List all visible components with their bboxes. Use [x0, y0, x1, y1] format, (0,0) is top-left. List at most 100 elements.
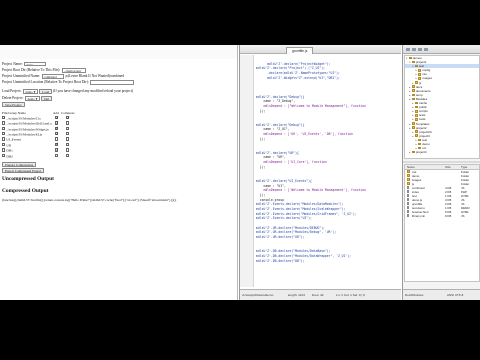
folder-icon: [411, 122, 415, 125]
folder-icon: [414, 101, 419, 105]
tree-item[interactable]: ▸ project4: [405, 150, 479, 154]
file-list-size: 9 KB: [445, 213, 452, 218]
load-button[interactable]: Load: [39, 89, 53, 95]
folder-icon: [411, 85, 415, 88]
compress-checkbox[interactable]: [66, 142, 70, 147]
delete-project-select-value: demo: [27, 96, 35, 101]
project-unminified-input[interactable]: combined: [41, 74, 64, 79]
compress-checkbox[interactable]: [66, 115, 71, 120]
folder-icon: [414, 81, 419, 84]
side-status-bar: Dos\Windows ANSI UTF-8: [403, 289, 480, 300]
load-project-select-value: demo: [25, 90, 33, 95]
line-number-gutter: [240, 55, 254, 287]
side-status-right: ANSI UTF-8: [447, 293, 464, 297]
folder-icon: [407, 178, 411, 181]
folder-icon: [411, 97, 415, 101]
code-area[interactable]: mdlsU'Z'.declare("ProjectWidget"); mdlsU'…: [256, 57, 401, 263]
add-checkbox[interactable]: [54, 142, 59, 147]
file-row-name: ../scripts/JS/Modules/Cla: [6, 116, 41, 121]
save-project-button[interactable]: Save Project: [2, 101, 25, 107]
folder-icon: [414, 130, 419, 133]
folder-icon: [414, 134, 419, 138]
browser-page-top: [0, 45, 237, 59]
load-project-select[interactable]: demo ▾: [22, 89, 38, 95]
status-lines: lines: 42: [312, 293, 324, 297]
export-row: Export Compressed Project: [2, 168, 236, 174]
project-unminified-location-input[interactable]: [90, 80, 135, 86]
folder-icon: [408, 56, 412, 60]
files-table: File/Group Name Add Compress ../scripts/…: [2, 111, 76, 158]
file-list-col-type[interactable]: Type: [461, 165, 467, 169]
browser-window: Project Name: demo Project Root Dir (Rel…: [0, 45, 238, 300]
side-status-left: Dos\Windows: [405, 293, 424, 297]
project-root-input[interactable]: ../demos/test/: [61, 67, 86, 73]
delete-button[interactable]: Del: [41, 95, 53, 101]
row-select-checkbox[interactable]: [2, 126, 6, 131]
add-checkbox[interactable]: [54, 153, 59, 158]
folder-icon: [418, 73, 422, 76]
panel-splitter[interactable]: [403, 161, 480, 163]
export-compressed-button[interactable]: Export Compressed Project: [2, 168, 45, 174]
folder-icon: [411, 60, 415, 64]
compress-checkbox[interactable]: [66, 148, 70, 152]
code-line: mdlsU'Z'.DB.declare("DB");: [256, 258, 305, 263]
add-checkbox[interactable]: [54, 137, 59, 141]
load-project-label: Load Project:: [2, 89, 22, 94]
add-checkbox[interactable]: [54, 115, 59, 120]
folder-icon: [418, 142, 422, 146]
compress-checkbox[interactable]: [66, 132, 70, 136]
compress-checkbox[interactable]: [66, 153, 70, 158]
file-list[interactable]: Name Size Type css Folder demo Folder images…: [404, 164, 480, 282]
folder-tree[interactable]: ▾ demos ▾ project1 ▾ test ▸ config ▸ css ▸ images ▸ j…: [404, 55, 480, 159]
forward-icon[interactable]: [412, 47, 416, 51]
editor-tab[interactable]: gruntfile.js: [286, 46, 314, 54]
folder-icon: [414, 109, 419, 113]
uncompressed-output-heading: Uncompressed Output: [2, 176, 54, 183]
folder-icon: [414, 118, 419, 121]
row-select-checkbox[interactable]: [2, 121, 6, 125]
folder-icon: [411, 93, 415, 97]
up-folder-icon[interactable]: [418, 47, 422, 51]
file-list-row[interactable]: library.min 9 KB JS: [405, 214, 479, 218]
side-panel: ▾ demos ▾ project1 ▾ test ▸ config ▸ css ▸ images ▸ j…: [402, 45, 480, 300]
row-select-checkbox[interactable]: [2, 142, 6, 147]
compress-checkbox[interactable]: [66, 121, 70, 125]
row-select-checkbox[interactable]: [2, 137, 6, 141]
file-row-name: ../scripts/JS/Modules/OldClassLo: [6, 121, 52, 126]
folder-icon: [418, 68, 422, 72]
file-list-col-name[interactable]: Name: [407, 165, 415, 169]
compress-checkbox[interactable]: [66, 137, 70, 141]
file-list-name: library.min: [412, 213, 426, 218]
compress-checkbox[interactable]: [66, 126, 70, 131]
add-checkbox[interactable]: [54, 148, 59, 153]
folder-icon: [418, 77, 422, 80]
row-select-checkbox[interactable]: [2, 153, 6, 158]
add-checkbox[interactable]: [54, 126, 59, 131]
refresh-icon[interactable]: [424, 47, 428, 51]
add-checkbox[interactable]: [54, 121, 59, 126]
project-form: Project Name: demo Project Root Dir (Rel…: [2, 61, 236, 202]
folder-icon: [407, 182, 411, 185]
add-checkbox[interactable]: [54, 132, 59, 136]
row-select-checkbox[interactable]: [2, 148, 6, 152]
delete-project-select[interactable]: demo ▾: [24, 95, 40, 101]
file-row-name: ../scripts/JS/Modules/EI.js: [6, 132, 43, 137]
file-row-name: DB1: [6, 148, 13, 153]
back-icon[interactable]: [406, 47, 410, 51]
letterbox-top: [0, 0, 480, 45]
prepare-compression-button[interactable]: Prepare Compression: [2, 162, 37, 168]
file-row-name: DB2: [6, 154, 13, 159]
row-select-checkbox[interactable]: [2, 115, 6, 120]
file-list-col-size[interactable]: Size: [445, 165, 451, 169]
project-unminified-location-label: Project Unminified Location (Relative To…: [2, 80, 89, 85]
project-name-input[interactable]: demo: [24, 61, 47, 67]
editor-body[interactable]: mdlsU'Z'.declare("ProjectWidget"); mdlsU'…: [240, 55, 401, 287]
folder-icon: [411, 150, 415, 154]
folder-icon: [411, 126, 415, 129]
tree-item-label: project4: [415, 150, 427, 155]
file-row-name: UR: [6, 143, 12, 148]
row-select-checkbox[interactable]: [2, 132, 6, 136]
project-name-label: Project Name:: [2, 61, 23, 66]
folder-icon: [411, 89, 415, 93]
screen: Project Name: demo Project Root Dir (Rel…: [0, 45, 480, 300]
